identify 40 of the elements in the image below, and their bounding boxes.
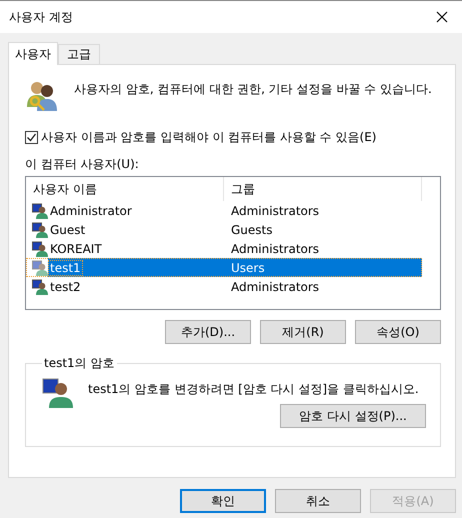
dialog-button[interactable]: 취소: [275, 489, 361, 513]
user-group: Administrators: [224, 242, 320, 256]
user-group: Guests: [224, 222, 272, 236]
user-name: Administrator: [49, 204, 133, 218]
group-title: test1의 암호: [43, 355, 116, 372]
reset-password-button[interactable]: 암호 다시 설정(P)...: [280, 404, 426, 428]
window-title: 사용자 계정: [9, 8, 73, 26]
tab[interactable]: 사용자: [8, 42, 58, 65]
list-row[interactable]: KOREAIT Administrators: [26, 239, 422, 258]
user-group: Users: [224, 260, 265, 274]
description-text: 사용자의 암호, 컴퓨터에 대한 권한, 기타 설정을 바꿀 수 있습니다.: [74, 81, 432, 98]
checkbox[interactable]: [25, 131, 38, 144]
list-row[interactable]: test1 Users: [26, 258, 422, 277]
column-header[interactable]: 사용자 이름: [26, 177, 224, 201]
user-name: test1: [49, 260, 82, 274]
user-computer-icon: [32, 240, 48, 256]
user-computer-icon: [42, 376, 74, 408]
checkbox-label: 사용자 이름과 암호를 입력해야 이 컴퓨터를 사용할 수 있음(E): [41, 129, 376, 146]
list-button[interactable]: 추가(D)...: [165, 320, 251, 344]
close-icon: [436, 11, 448, 23]
user-name: KOREAIT: [49, 242, 103, 256]
tab[interactable]: 고급: [58, 44, 100, 64]
password-hint-text: test1의 암호를 변경하려면 [암호 다시 설정]을 클릭하십시오.: [88, 381, 419, 398]
list-button[interactable]: 제거(R): [260, 320, 346, 344]
list-row[interactable]: Administrator Administrators: [26, 201, 422, 220]
column-header[interactable]: 그룹: [224, 177, 422, 201]
list-row[interactable]: test2 Administrators: [26, 277, 422, 296]
user-group: Administrators: [224, 280, 320, 294]
user-computer-icon: [32, 260, 48, 276]
dialog-button[interactable]: 확인: [180, 489, 266, 513]
list-row[interactable]: Guest Guests: [26, 220, 422, 239]
list-label: 이 컴퓨터 사용자(U):: [25, 156, 140, 173]
user-name: test2: [49, 280, 82, 294]
user-name: Guest: [49, 222, 86, 236]
user-computer-icon: [32, 222, 48, 238]
list-button[interactable]: 속성(O): [355, 320, 441, 344]
user-group: Administrators: [224, 204, 320, 218]
users-key-icon: [25, 79, 59, 113]
user-computer-icon: [32, 202, 48, 218]
user-computer-icon: [32, 278, 48, 294]
